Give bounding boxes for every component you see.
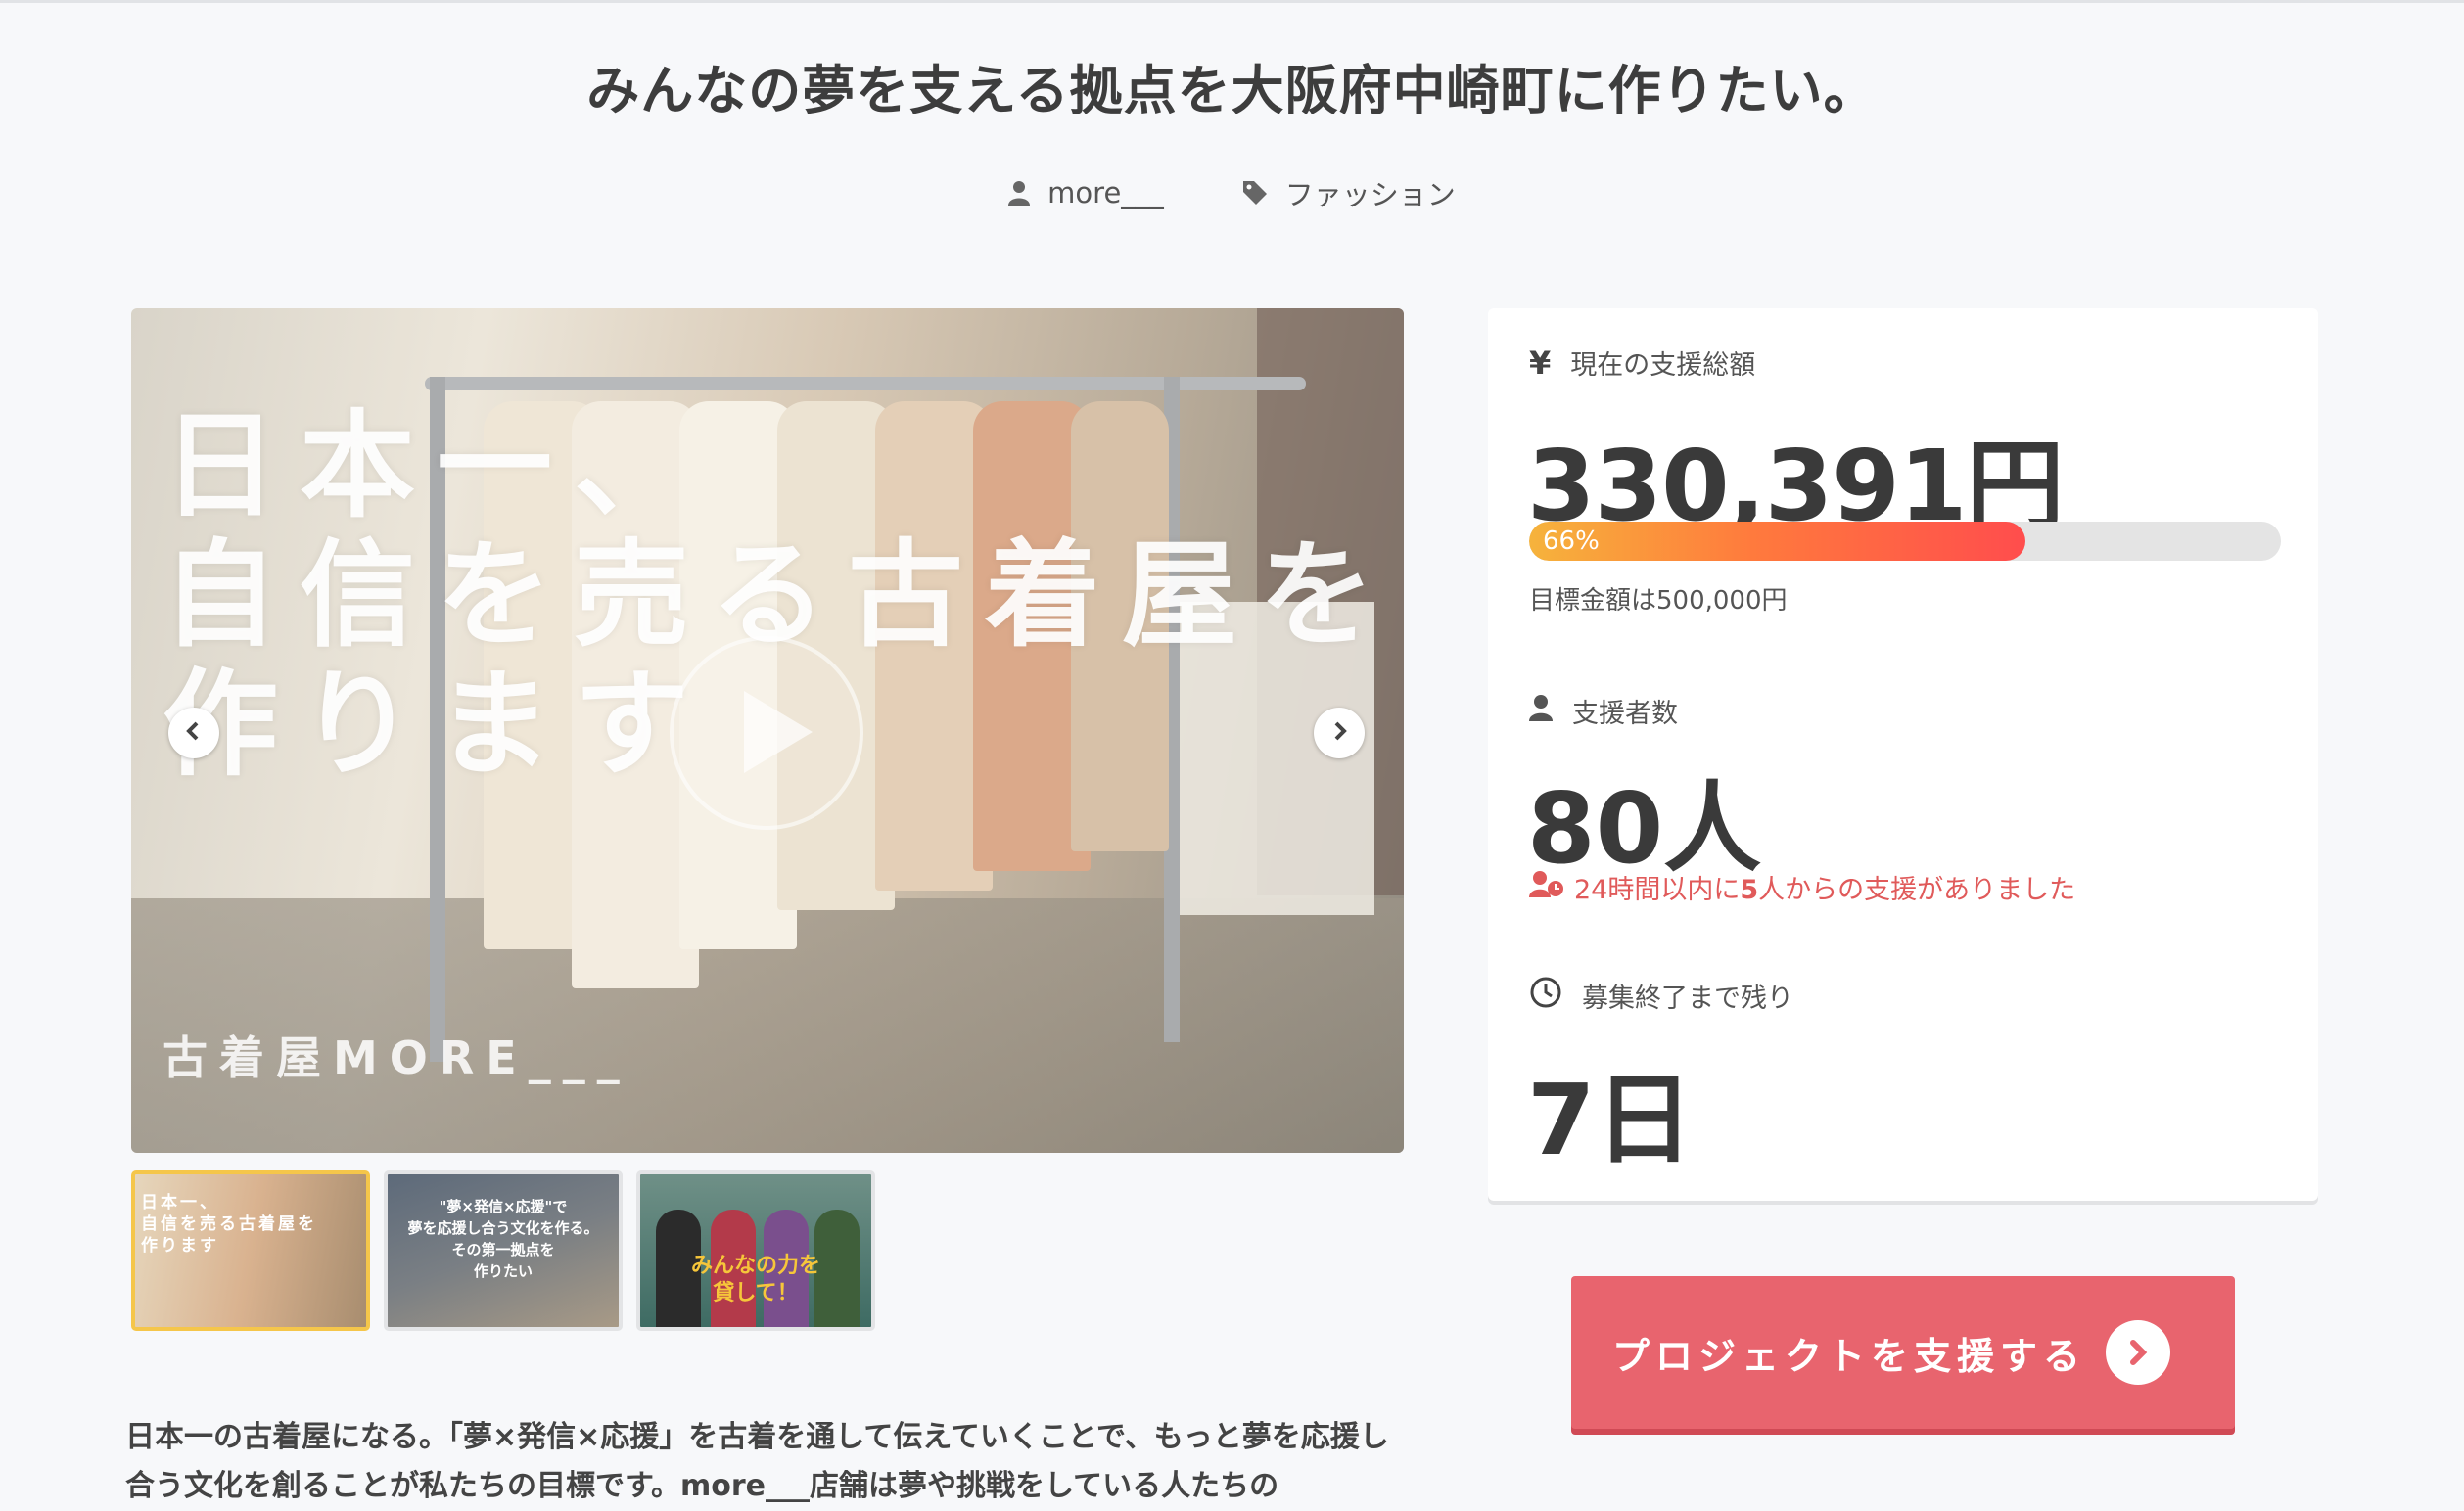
- thumbnail-text: "夢×発信×応援"で 夢を応援し合う文化を作る。 その第一拠点を 作りたい: [407, 1198, 599, 1280]
- tag-icon: [1242, 180, 1268, 206]
- user-icon: [1529, 694, 1553, 728]
- thumbnail-strip: 日本一、 自信を売る古着屋を 作ります "夢×発信×応援"で 夢を応援し合う文化…: [131, 1170, 875, 1331]
- prev-slide-button[interactable]: [168, 708, 219, 758]
- progress-bar: 66%: [1529, 522, 2281, 561]
- top-border: [0, 0, 2464, 3]
- thumbnail-text: 日本一、 自信を売る古着屋を 作ります: [141, 1193, 317, 1256]
- backers-label: 支援者数: [1572, 699, 1678, 729]
- amount-label: 現在の支援総額: [1570, 350, 1756, 381]
- chevron-left-icon: [182, 719, 206, 747]
- thumbnail-2[interactable]: "夢×発信×応援"で 夢を応援し合う文化を作る。 その第一拠点を 作りたい: [384, 1170, 623, 1331]
- hero-shop-name: 古着屋MORE___: [163, 1031, 631, 1084]
- amount-label-row: ¥ 現在の支援総額: [1529, 343, 1755, 382]
- owner-link[interactable]: more___: [1008, 172, 1164, 213]
- user-clock-icon: [1529, 870, 1564, 904]
- recent-support-text: 24時間以内に5人からの支援がありました: [1529, 868, 2075, 906]
- category-name: ファッション: [1284, 178, 1456, 211]
- category-link[interactable]: ファッション: [1242, 172, 1456, 213]
- project-description: 日本一の古着屋になる。「夢×発信×応援」を古着を通して伝えていくことで、もっと夢…: [125, 1420, 1389, 1503]
- hero-video[interactable]: 日本一、 自信を売る古着屋を 作ります 古着屋MORE___: [131, 308, 1404, 1153]
- support-button-label: プロジェクトを支援する: [1612, 1334, 2087, 1378]
- chevron-right-icon: [1327, 719, 1351, 747]
- project-meta: more___ ファッション: [0, 172, 2464, 213]
- recent-prefix: 24時間以内に: [1574, 875, 1741, 905]
- remaining-label-row: 募集終了まで残り: [1529, 976, 1793, 1016]
- recent-count: 5: [1740, 875, 1759, 905]
- goal-text: 目標金額は500,000円: [1529, 586, 1788, 616]
- remaining-label: 募集終了まで残り: [1582, 984, 1793, 1014]
- clock-icon: [1529, 976, 1562, 1016]
- progress-bar-fill: [1529, 522, 2025, 561]
- thumbnail-3[interactable]: みんなの力を 貸して！: [636, 1170, 875, 1331]
- support-project-button[interactable]: プロジェクトを支援する: [1571, 1276, 2235, 1429]
- backers-label-row: 支援者数: [1529, 692, 1678, 730]
- progress-text: 66%: [1543, 527, 1600, 556]
- thumbnail-text: みんなの力を 貸して！: [690, 1254, 820, 1305]
- owner-name: more___: [1047, 176, 1164, 209]
- yen-icon: ¥: [1529, 343, 1552, 382]
- page-title: みんなの夢を支える拠点を大阪府中崎町に作りたい。: [586, 60, 1878, 121]
- recent-suffix: 人からの支援がありました: [1758, 875, 2076, 905]
- user-icon: [1008, 180, 1031, 206]
- play-button[interactable]: [670, 636, 863, 830]
- remaining-value: 7日: [1527, 1063, 1694, 1177]
- stats-card: ¥ 現在の支援総額 330,391円 66% 目標金額は500,000円 支援者…: [1488, 308, 2318, 1201]
- thumbnail-1[interactable]: 日本一、 自信を売る古着屋を 作ります: [131, 1170, 370, 1331]
- chevron-right-circle-icon: [2106, 1320, 2170, 1385]
- next-slide-button[interactable]: [1314, 708, 1365, 758]
